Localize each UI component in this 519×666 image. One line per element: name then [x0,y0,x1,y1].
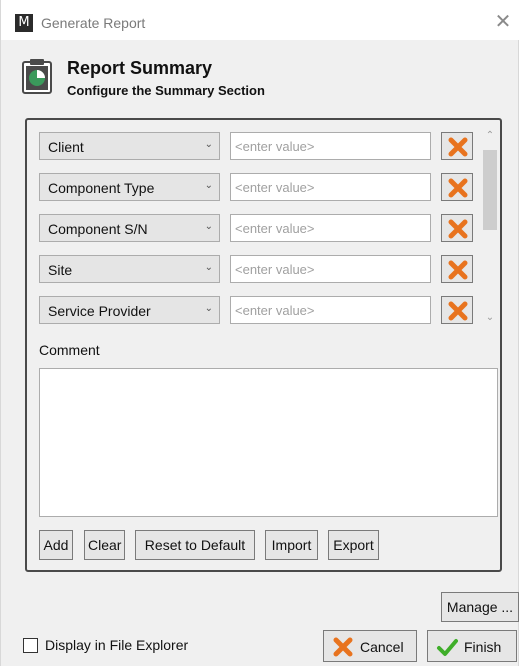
export-button[interactable]: Export [328,530,379,560]
field-key-label: Client [48,139,84,155]
field-key-dropdown[interactable]: Component Type ⌄ [39,173,220,201]
remove-field-button[interactable] [441,255,473,283]
field-key-label: Site [48,262,73,278]
field-value-input[interactable] [230,255,431,283]
chevron-down-icon: ⌄ [204,139,213,150]
field-row-component-sn: Component S/N ⌄ [39,214,479,244]
window-title: Generate Report [41,15,146,31]
reset-to-default-button[interactable]: Reset to Default [135,530,255,560]
clipboard-pie-chart-icon [22,59,52,94]
scroll-thumb[interactable] [483,150,497,230]
comment-label: Comment [39,342,100,358]
field-key-label: Component S/N [48,221,148,237]
field-value-input[interactable] [230,214,431,242]
import-button[interactable]: Import [265,530,318,560]
page-title: Report Summary [67,58,213,78]
field-key-dropdown[interactable]: Service Provider ⌄ [39,296,220,324]
manage-button[interactable]: Manage ... [441,592,519,622]
chevron-down-icon: ⌄ [204,180,213,191]
field-key-label: Service Provider [48,303,151,319]
remove-x-icon [448,260,468,280]
field-row-client: Client ⌄ [39,132,479,162]
remove-field-button[interactable] [441,173,473,201]
scroll-up-icon[interactable]: ⌃ [481,130,499,144]
add-button[interactable]: Add [39,530,73,560]
close-icon[interactable]: ✕ [491,9,515,33]
remove-field-button[interactable] [441,296,473,324]
chevron-down-icon: ⌄ [204,303,213,314]
cancel-button[interactable]: Cancel [323,630,417,662]
checkmark-icon [437,639,458,656]
finish-button[interactable]: Finish [427,630,517,662]
remove-field-button[interactable] [441,132,473,160]
fields-scrollbar[interactable]: ⌃ ⌄ [481,128,499,328]
page-subtitle: Configure the Summary Section [67,83,265,98]
scroll-down-icon[interactable]: ⌄ [481,312,499,326]
field-row-site: Site ⌄ [39,255,479,285]
generate-report-dialog: M Generate Report ✕ Report Summary Confi… [0,0,519,666]
field-row-service-provider: Service Provider ⌄ [39,296,479,326]
field-key-dropdown[interactable]: Client ⌄ [39,132,220,160]
cancel-label: Cancel [360,639,404,655]
display-in-explorer-label[interactable]: Display in File Explorer [45,637,188,653]
field-key-label: Component Type [48,180,155,196]
remove-x-icon [448,137,468,157]
chevron-down-icon: ⌄ [204,262,213,273]
clear-button[interactable]: Clear [84,530,125,560]
field-key-dropdown[interactable]: Component S/N ⌄ [39,214,220,242]
field-value-input[interactable] [230,296,431,324]
title-bar: M Generate Report ✕ [1,0,519,40]
comment-textarea[interactable] [39,368,498,517]
remove-x-icon [448,301,468,321]
field-value-input[interactable] [230,173,431,201]
remove-x-icon [448,219,468,239]
chevron-down-icon: ⌄ [204,221,213,232]
field-key-dropdown[interactable]: Site ⌄ [39,255,220,283]
remove-x-icon [448,178,468,198]
remove-field-button[interactable] [441,214,473,242]
display-in-explorer-checkbox[interactable] [23,638,38,653]
finish-label: Finish [464,639,502,655]
field-value-input[interactable] [230,132,431,160]
app-logo-icon: M [15,14,33,32]
cancel-x-icon [333,637,353,657]
field-row-component-type: Component Type ⌄ [39,173,479,203]
